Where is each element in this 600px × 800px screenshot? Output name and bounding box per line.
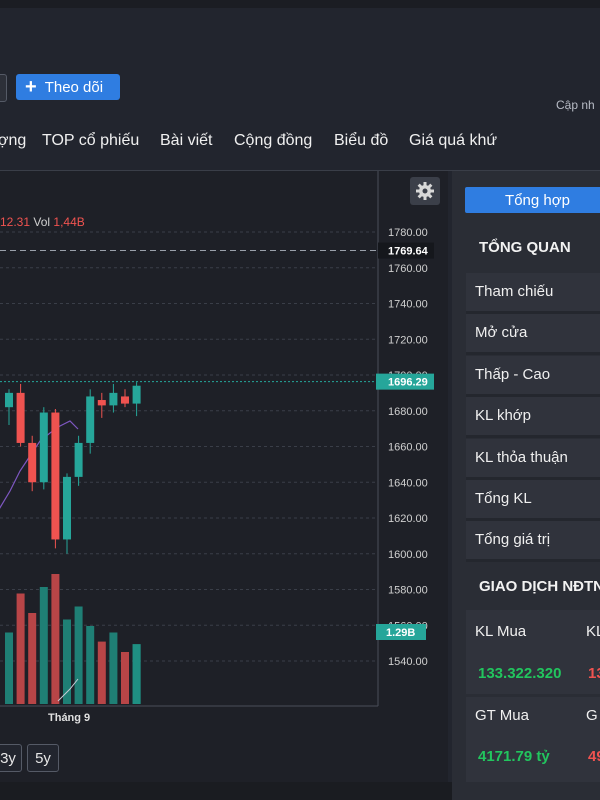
legend-vol-label: Vol bbox=[33, 215, 51, 229]
candle-body bbox=[5, 392, 13, 408]
foreign-volume-block: KL Mua KL 133.322.320 13 bbox=[466, 610, 600, 694]
row-total-volume: Tổng KL bbox=[466, 480, 600, 521]
gt-mua-label: GT Mua bbox=[475, 707, 529, 724]
y-tick-label: 1620.00 bbox=[388, 513, 428, 525]
row-label: Tham chiếu bbox=[475, 283, 554, 300]
row-label: Tổng giá trị bbox=[475, 531, 551, 548]
nav-item-trading[interactable]: ợng bbox=[0, 132, 26, 150]
candle-body bbox=[63, 476, 71, 540]
gt-ban-label: G bbox=[586, 707, 598, 724]
previous-button[interactable] bbox=[0, 74, 7, 102]
range-button-5y[interactable]: 5y bbox=[27, 744, 59, 772]
y-tick-label: 1760.00 bbox=[388, 263, 428, 275]
volume-bar bbox=[109, 632, 118, 704]
reference-price-label: 1769.64 bbox=[388, 246, 429, 258]
volume-bar bbox=[74, 606, 83, 704]
y-tick-label: 1680.00 bbox=[388, 406, 428, 418]
row-negotiated-volume: KL thỏa thuận bbox=[466, 439, 600, 480]
volume-label: 1.29B bbox=[386, 627, 415, 639]
row-label: KL khớp bbox=[475, 407, 531, 424]
y-tick-label: 1580.00 bbox=[388, 585, 428, 597]
row-matched-volume: KL khớp bbox=[466, 397, 600, 438]
nav-item-community[interactable]: Cộng đồng bbox=[234, 132, 312, 150]
follow-label: Theo dõi bbox=[44, 78, 104, 96]
nav-item-chart[interactable]: Biểu đồ bbox=[334, 132, 388, 150]
y-tick-label: 1640.00 bbox=[388, 477, 428, 489]
y-tick-label: 1600.00 bbox=[388, 549, 428, 561]
legend-change: 12.31 bbox=[0, 215, 31, 229]
y-tick-label: 1780.00 bbox=[388, 227, 428, 239]
price-chart[interactable]: 1540.001560.001580.001600.001620.001640.… bbox=[0, 171, 448, 731]
volume-bar bbox=[5, 632, 13, 704]
legend-vol-value: 1,44B bbox=[53, 215, 85, 229]
candle-body bbox=[132, 385, 141, 404]
row-label: Mở cửa bbox=[475, 324, 528, 341]
follow-button[interactable]: + Theo dõi bbox=[16, 74, 120, 100]
range-button-3y[interactable]: 3y bbox=[0, 744, 22, 772]
chart-settings-button[interactable] bbox=[410, 177, 440, 205]
row-label: KL thỏa thuận bbox=[475, 449, 568, 466]
candle-body bbox=[51, 412, 60, 540]
kl-ban-value: 13 bbox=[588, 665, 600, 682]
nav-item-articles[interactable]: Bài viết bbox=[160, 132, 212, 150]
stock-nav: ợng TOP cổ phiếu Bài viết Cộng đồng Biểu… bbox=[0, 122, 600, 171]
nav-item-top-stocks[interactable]: TOP cổ phiếu bbox=[42, 132, 139, 150]
volume-bar bbox=[16, 593, 25, 704]
top-header bbox=[0, 0, 600, 122]
volume-bar bbox=[28, 613, 37, 704]
volume-bar bbox=[132, 644, 141, 704]
chart-legend: 12.31 Vol 1,44B bbox=[0, 215, 85, 229]
kl-mua-label: KL Mua bbox=[475, 623, 527, 640]
y-tick-label: 1740.00 bbox=[388, 299, 428, 311]
gt-ban-value: 49 bbox=[588, 748, 600, 765]
candle-body bbox=[86, 396, 95, 443]
range-label-5y: 5y bbox=[35, 749, 51, 767]
candle-body bbox=[28, 442, 37, 483]
tab-summary-label: Tổng hợp bbox=[505, 191, 570, 209]
foreign-value-block: GT Mua G 4171.79 tỷ 49 bbox=[466, 697, 600, 782]
row-low-high: Thấp - Cao bbox=[466, 356, 600, 397]
row-reference: Tham chiếu bbox=[466, 273, 600, 314]
x-tick-label: Tháng 9 bbox=[48, 712, 90, 724]
candle-body bbox=[74, 442, 83, 477]
volume-bar bbox=[39, 587, 48, 704]
y-tick-label: 1540.00 bbox=[388, 656, 428, 668]
y-tick-label: 1660.00 bbox=[388, 442, 428, 454]
candle-body bbox=[16, 392, 25, 443]
volume-bar bbox=[97, 641, 106, 704]
overview-title: TỔNG QUAN bbox=[479, 239, 571, 256]
updated-label: Cập nh bbox=[556, 98, 595, 112]
header-strip bbox=[0, 0, 600, 8]
gt-mua-value: 4171.79 tỷ bbox=[478, 748, 550, 765]
range-label-3y: 3y bbox=[0, 749, 16, 767]
plus-icon: + bbox=[25, 76, 37, 98]
candle-body bbox=[121, 396, 129, 404]
volume-bar bbox=[121, 652, 129, 704]
candle-body bbox=[109, 392, 118, 406]
current-price-label: 1696.29 bbox=[388, 377, 428, 389]
y-tick-label: 1720.00 bbox=[388, 334, 428, 346]
kl-mua-value: 133.322.320 bbox=[478, 665, 562, 682]
kl-ban-label: KL bbox=[586, 623, 600, 640]
row-label: Thấp - Cao bbox=[475, 366, 551, 383]
nav-item-price-history[interactable]: Giá quá khứ bbox=[409, 132, 497, 150]
candle-body bbox=[97, 400, 106, 406]
row-total-value: Tổng giá trị bbox=[466, 521, 600, 562]
volume-bar bbox=[86, 626, 95, 704]
foreign-trading-title: GIAO DỊCH NĐTN bbox=[479, 578, 600, 595]
row-open: Mở cửa bbox=[466, 314, 600, 355]
gear-icon bbox=[416, 182, 434, 200]
volume-bar bbox=[51, 574, 60, 704]
row-label: Tổng KL bbox=[475, 490, 532, 507]
candle-body bbox=[39, 412, 48, 483]
tab-summary[interactable]: Tổng hợp bbox=[465, 187, 600, 213]
